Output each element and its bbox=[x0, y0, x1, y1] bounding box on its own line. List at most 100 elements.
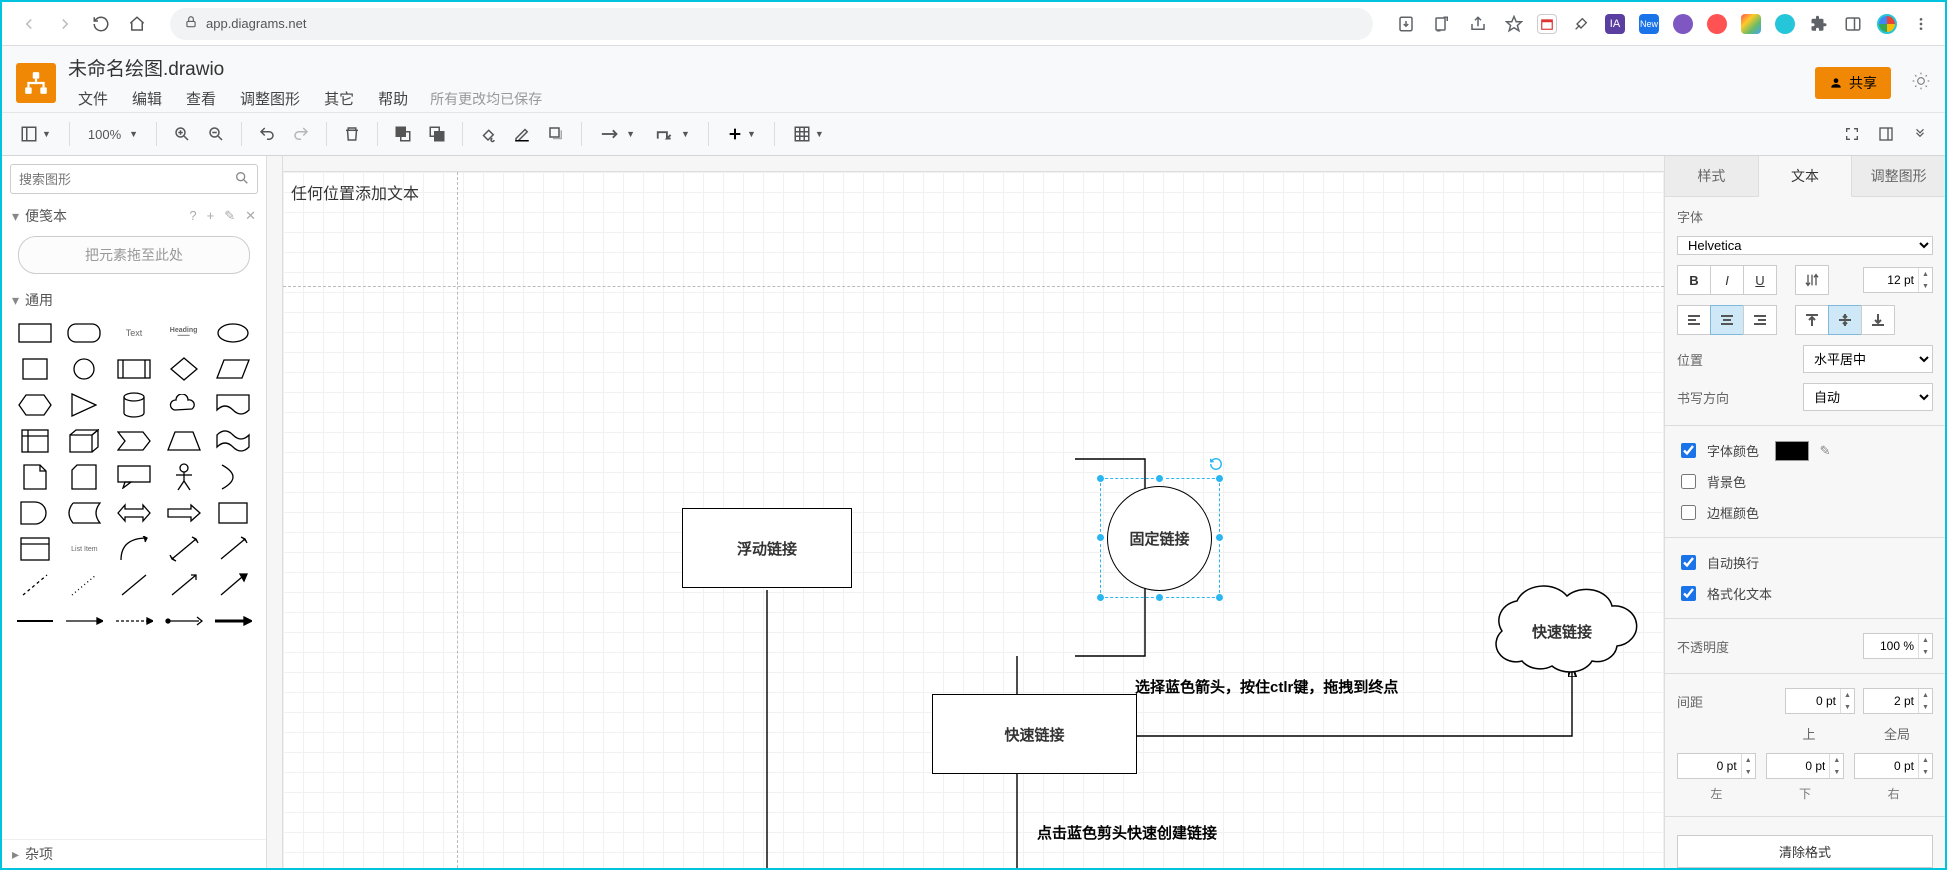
menu-view[interactable]: 查看 bbox=[176, 85, 226, 112]
shape-connector-3[interactable] bbox=[111, 606, 157, 636]
view-mode-button[interactable]: ▼ bbox=[12, 119, 59, 149]
shape-connector-5[interactable] bbox=[210, 606, 256, 636]
general-header[interactable]: ▾ 通用 bbox=[2, 286, 266, 314]
bookmark-star-icon[interactable] bbox=[1501, 11, 1527, 37]
font-color-swatch[interactable] bbox=[1775, 441, 1809, 461]
shape-card[interactable] bbox=[62, 462, 108, 492]
shape-plain-line[interactable] bbox=[111, 570, 157, 600]
share-button[interactable]: 共享 bbox=[1815, 67, 1891, 99]
align-left-button[interactable] bbox=[1677, 305, 1711, 335]
resize-handle-n[interactable] bbox=[1155, 474, 1164, 483]
theme-toggle-icon[interactable] bbox=[1911, 71, 1931, 96]
to-back-button[interactable] bbox=[422, 119, 452, 149]
collapse-toggle[interactable] bbox=[1905, 119, 1935, 149]
underline-button[interactable]: U bbox=[1743, 265, 1777, 295]
valign-bottom-button[interactable] bbox=[1861, 305, 1895, 335]
shape-heading[interactable]: Heading━━━━ bbox=[161, 318, 207, 348]
shape-list[interactable] bbox=[12, 534, 58, 564]
valign-middle-button[interactable] bbox=[1828, 305, 1862, 335]
zoom-select[interactable]: 100%▼ bbox=[80, 119, 146, 149]
scratchpad-add-icon[interactable]: + bbox=[207, 208, 215, 224]
shape-ellipse[interactable] bbox=[210, 318, 256, 348]
shape-or[interactable] bbox=[210, 462, 256, 492]
menu-help[interactable]: 帮助 bbox=[368, 85, 418, 112]
shape-diamond[interactable] bbox=[161, 354, 207, 384]
shape-listitem[interactable]: List Item bbox=[62, 534, 108, 564]
share-page-icon[interactable] bbox=[1465, 11, 1491, 37]
address-bar[interactable]: app.diagrams.net bbox=[170, 8, 1373, 40]
shape-arrow-line[interactable] bbox=[210, 534, 256, 564]
font-family-select[interactable]: Helvetica bbox=[1677, 236, 1933, 255]
valign-top-button[interactable] bbox=[1795, 305, 1829, 335]
font-color-check[interactable] bbox=[1681, 443, 1696, 458]
resize-handle-nw[interactable] bbox=[1096, 474, 1105, 483]
delete-button[interactable] bbox=[337, 119, 367, 149]
ext-ia-icon[interactable]: IA bbox=[1605, 14, 1625, 34]
label-ctrl-hint[interactable]: 选择蓝色箭头，按住ctlr键，拖拽到终点 bbox=[1135, 676, 1398, 697]
undo-button[interactable] bbox=[252, 119, 282, 149]
shape-connector-1[interactable] bbox=[12, 606, 58, 636]
shape-internal-storage[interactable] bbox=[12, 426, 58, 456]
ext-calendar-icon[interactable] bbox=[1537, 14, 1557, 34]
shape-line-solid-arrow[interactable] bbox=[210, 570, 256, 600]
line-color-button[interactable] bbox=[507, 119, 537, 149]
format-tab-text[interactable]: 文本 bbox=[1759, 156, 1853, 197]
scratchpad-drop-target[interactable]: 把元素拖至此处 bbox=[18, 236, 250, 274]
shape-callout[interactable] bbox=[111, 462, 157, 492]
ruler-vertical[interactable] bbox=[267, 156, 283, 868]
opacity-down[interactable]: ▼ bbox=[1918, 646, 1932, 658]
redo-button[interactable] bbox=[286, 119, 316, 149]
connection-style-button[interactable]: ▼ bbox=[592, 119, 643, 149]
shape-dotted-line[interactable] bbox=[62, 570, 108, 600]
ext-purple-icon[interactable] bbox=[1673, 14, 1693, 34]
menu-extras[interactable]: 其它 bbox=[314, 85, 364, 112]
nav-home-button[interactable] bbox=[124, 11, 150, 37]
shape-and[interactable] bbox=[12, 498, 58, 528]
shape-connector-4[interactable] bbox=[161, 606, 207, 636]
shape-connector-2[interactable] bbox=[62, 606, 108, 636]
profile-avatar-icon[interactable] bbox=[1877, 14, 1897, 34]
table-button[interactable]: ▼ bbox=[785, 119, 832, 149]
menu-edit[interactable]: 编辑 bbox=[122, 85, 172, 112]
shape-curve[interactable] bbox=[111, 534, 157, 564]
resize-handle-s[interactable] bbox=[1155, 593, 1164, 602]
shape-line-open-arrow[interactable] bbox=[161, 570, 207, 600]
search-icon[interactable] bbox=[234, 170, 250, 189]
word-wrap-check[interactable] bbox=[1681, 555, 1696, 570]
scratchpad-help[interactable]: ? bbox=[189, 208, 196, 224]
app-logo[interactable] bbox=[16, 63, 56, 103]
format-panel-toggle[interactable] bbox=[1871, 119, 1901, 149]
shape-datastorage[interactable] bbox=[62, 498, 108, 528]
menu-file[interactable]: 文件 bbox=[68, 85, 118, 112]
selection-box[interactable] bbox=[1100, 478, 1220, 598]
opacity-up[interactable]: ▲ bbox=[1918, 634, 1932, 646]
border-color-check[interactable] bbox=[1681, 505, 1696, 520]
menu-arrange[interactable]: 调整图形 bbox=[230, 85, 310, 112]
shape-cylinder[interactable] bbox=[111, 390, 157, 420]
shape-text[interactable]: Text bbox=[111, 318, 157, 348]
ext-new-icon[interactable]: New bbox=[1639, 14, 1659, 34]
bold-button[interactable]: B bbox=[1677, 265, 1711, 295]
document-title[interactable]: 未命名绘图.drawio bbox=[68, 54, 1815, 81]
ext-picker-icon[interactable] bbox=[1571, 14, 1591, 34]
italic-button[interactable]: I bbox=[1710, 265, 1744, 295]
shape-roundrect[interactable] bbox=[62, 318, 108, 348]
shape-quick-link-cloud[interactable]: 快速链接 bbox=[1482, 581, 1642, 684]
nav-reload-button[interactable] bbox=[88, 11, 114, 37]
direction-select[interactable]: 自动 bbox=[1803, 383, 1933, 411]
zoom-out-button[interactable] bbox=[201, 119, 231, 149]
shape-circle[interactable] bbox=[62, 354, 108, 384]
install-app-icon[interactable] bbox=[1393, 11, 1419, 37]
bg-color-check[interactable] bbox=[1681, 474, 1696, 489]
shape-float-link[interactable]: 浮动链接 bbox=[682, 508, 852, 588]
nav-forward-button[interactable] bbox=[52, 11, 78, 37]
rotate-handle[interactable] bbox=[1209, 457, 1223, 471]
page-action-icon[interactable] bbox=[1429, 11, 1455, 37]
scratchpad-close-icon[interactable]: ✕ bbox=[245, 208, 256, 224]
extensions-puzzle-icon[interactable] bbox=[1809, 14, 1829, 34]
shape-rect2[interactable] bbox=[210, 498, 256, 528]
shape-rect[interactable] bbox=[12, 318, 58, 348]
misc-header[interactable]: ▸ 杂项 bbox=[2, 840, 266, 868]
kebab-menu-icon[interactable] bbox=[1911, 14, 1931, 34]
vertical-text-button[interactable] bbox=[1795, 265, 1829, 295]
